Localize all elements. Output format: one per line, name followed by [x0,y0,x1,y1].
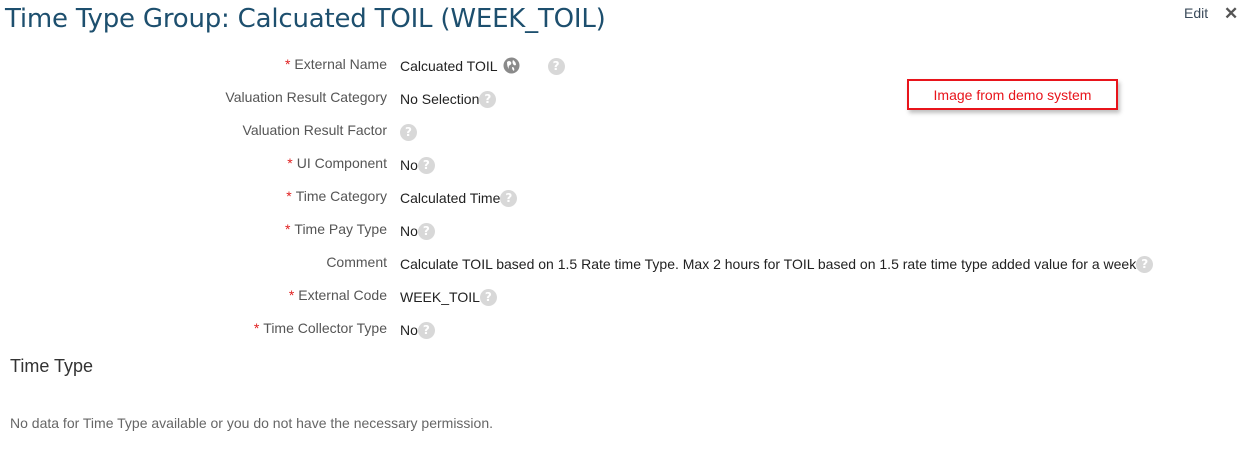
field-label-text: Valuation Result Factor [242,122,387,138]
globe-icon[interactable] [503,57,520,74]
field-value: No ? [400,155,435,174]
field-value: Calculate TOIL based on 1.5 Rate time Ty… [400,254,1154,273]
required-marker: * [287,155,293,171]
field-value: No Selection ? [400,89,497,108]
required-marker: * [286,188,292,204]
field-value-text: Calculated Time [400,189,501,206]
required-marker: * [284,56,291,72]
field-row-external-name: * External Name Calcuated TOIL ? [0,53,1241,75]
field-value-text: No [400,222,418,239]
required-marker: * [288,287,295,303]
help-icon[interactable]: ? [417,223,435,240]
field-value-text: Calcuated TOIL [400,57,498,74]
field-value-text: No [400,156,418,173]
field-label-text: Time Category [295,188,387,204]
help-icon[interactable]: ? [500,190,518,207]
field-label: Valuation Result Category [225,89,387,105]
field-label-text: Time Pay Type [294,221,387,237]
close-icon[interactable]: ✕ [1224,5,1240,23]
field-value-text: WEEK_TOIL [400,288,480,305]
field-label: * Time Category [286,188,387,204]
field-label: * UI Component [287,155,387,171]
field-value: ? [400,122,417,141]
field-label-text: Valuation Result Category [225,89,387,105]
field-label-text: Time Collector Type [263,320,387,336]
field-row-time-category: * Time Category Calculated Time ? [0,185,1241,207]
help-icon[interactable]: ? [417,157,435,174]
field-value-text: No [400,321,418,338]
field-value: Calculated Time ? [400,188,518,207]
field-label: Comment [326,254,387,270]
field-label: * External Code [289,287,387,303]
field-value: No ? [400,320,435,339]
field-row-time-pay-type: * Time Pay Type No ? [0,218,1241,240]
required-marker: * [253,320,260,336]
field-row-external-code: * External Code WEEK_TOIL ? [0,284,1241,306]
field-label: * External Name [285,56,387,72]
field-label-text: UI Component [296,155,387,171]
field-row-ui-component: * UI Component No ? [0,152,1241,174]
help-icon[interactable]: ? [547,58,565,75]
empty-state-message: No data for Time Type available or you d… [10,415,494,431]
field-label: * Time Collector Type [254,320,387,336]
field-label: Valuation Result Factor [243,122,387,138]
field-value-text: Calculate TOIL based on 1.5 Rate time Ty… [400,255,1137,272]
field-value: WEEK_TOIL ? [400,287,497,306]
field-label: * Time Pay Type [285,221,387,237]
field-value: No ? [400,221,435,240]
help-icon[interactable]: ? [479,91,497,108]
field-row-time-collector-type: * Time Collector Type No ? [0,317,1241,339]
field-value: Calcuated TOIL ? [400,56,565,75]
field-row-comment: Comment Calculate TOIL based on 1.5 Rate… [0,251,1241,273]
page-title: Time Type Group: Calcuated TOIL (WEEK_TO… [5,4,606,34]
field-row-valuation-result-category: Valuation Result Category No Selection ? [0,86,1241,108]
field-label-text: Comment [326,254,387,270]
field-value-text: No Selection [400,90,480,107]
section-title-time-type: Time Type [10,356,94,376]
field-label-text: External Code [298,287,387,303]
edit-link[interactable]: Edit [1184,5,1208,21]
required-marker: * [284,221,291,237]
help-icon[interactable]: ? [1136,256,1154,273]
help-icon[interactable]: ? [479,289,497,306]
field-row-valuation-result-factor: Valuation Result Factor ? [0,119,1241,141]
field-label-text: External Name [294,56,387,72]
help-icon[interactable]: ? [417,322,435,339]
help-icon[interactable]: ? [400,124,417,141]
